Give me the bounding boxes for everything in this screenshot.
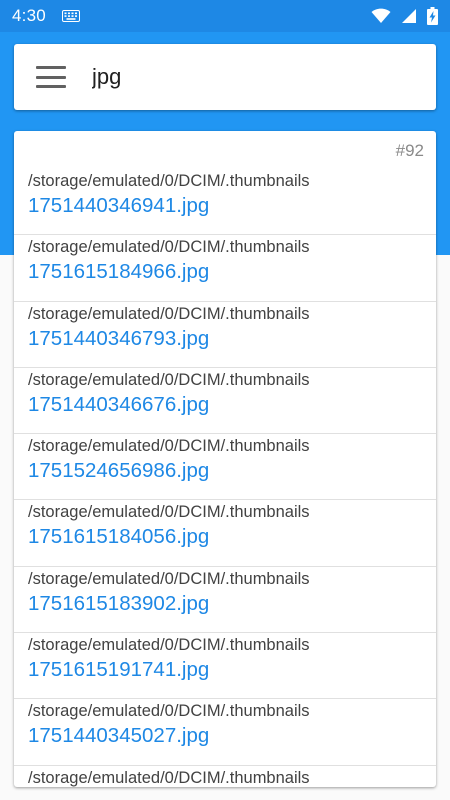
item-filename: 1751615184966.jpg: [28, 260, 210, 284]
list-item[interactable]: /storage/emulated/0/DCIM/.thumbnails 175…: [14, 699, 436, 766]
item-path: /storage/emulated/0/DCIM/.thumbnails: [28, 503, 310, 522]
list-item[interactable]: /storage/emulated/0/DCIM/.thumbnails 175…: [14, 500, 436, 567]
item-path: /storage/emulated/0/DCIM/.thumbnails: [28, 238, 310, 257]
item-filename: 1751440346676.jpg: [28, 392, 210, 416]
item-path: /storage/emulated/0/DCIM/.thumbnails: [28, 370, 310, 389]
item-filename: 1751615191741.jpg: [28, 658, 210, 682]
item-path: /storage/emulated/0/DCIM/.thumbnails: [28, 304, 310, 323]
result-count: #92: [395, 141, 424, 160]
item-filename: 1751440346941.jpg: [28, 194, 210, 217]
list-item[interactable]: /storage/emulated/0/DCIM/.thumbnails 175…: [14, 434, 436, 501]
item-path: /storage/emulated/0/DCIM/.thumbnails: [28, 437, 310, 456]
results-list: /storage/emulated/0/DCIM/.thumbnails 175…: [14, 169, 436, 787]
status-icons: [371, 7, 438, 25]
list-item[interactable]: /storage/emulated/0/DCIM/.thumbnails 175…: [14, 567, 436, 634]
item-filename: 1751615183902.jpg: [28, 591, 210, 615]
battery-charging-icon: [427, 7, 438, 25]
item-filename: 1751440346793.jpg: [28, 326, 210, 350]
keyboard-icon: [61, 10, 80, 22]
hamburger-menu-icon[interactable]: [36, 66, 66, 88]
item-filename: 1751440345027.jpg: [28, 724, 210, 748]
item-path: /storage/emulated/0/DCIM/.thumbnails: [28, 569, 310, 588]
wifi-icon: [371, 8, 391, 24]
search-input[interactable]: [92, 64, 412, 90]
item-path: /storage/emulated/0/DCIM/.thumbnails: [28, 702, 310, 721]
search-bar: [14, 44, 436, 110]
list-item[interactable]: /storage/emulated/0/DCIM/.thumbnails 175…: [14, 235, 436, 302]
list-item[interactable]: /storage/emulated/0/DCIM/.thumbnails: [14, 766, 436, 787]
item-filename: 1751615184056.jpg: [28, 525, 210, 549]
list-item[interactable]: /storage/emulated/0/DCIM/.thumbnails 175…: [14, 633, 436, 700]
status-time: 4:30: [12, 6, 46, 25]
list-item[interactable]: /storage/emulated/0/DCIM/.thumbnails 175…: [14, 302, 436, 368]
item-path: /storage/emulated/0/DCIM/.thumbnails: [28, 172, 310, 190]
item-path: /storage/emulated/0/DCIM/.thumbnails: [28, 768, 310, 787]
list-item[interactable]: /storage/emulated/0/DCIM/.thumbnails 175…: [14, 368, 436, 435]
item-filename: 1751524656986.jpg: [28, 459, 210, 483]
app-screen: 4:30 jpg #92 /storage/emulated/0/DCIM/.t…: [0, 0, 450, 800]
item-path: /storage/emulated/0/DCIM/.thumbnails: [28, 636, 310, 655]
results-card: #92 /storage/emulated/0/DCIM/.thumbnails…: [14, 131, 436, 787]
signal-icon: [401, 8, 417, 24]
list-item[interactable]: /storage/emulated/0/DCIM/.thumbnails 175…: [14, 169, 436, 236]
status-bar: 4:30: [0, 0, 450, 32]
